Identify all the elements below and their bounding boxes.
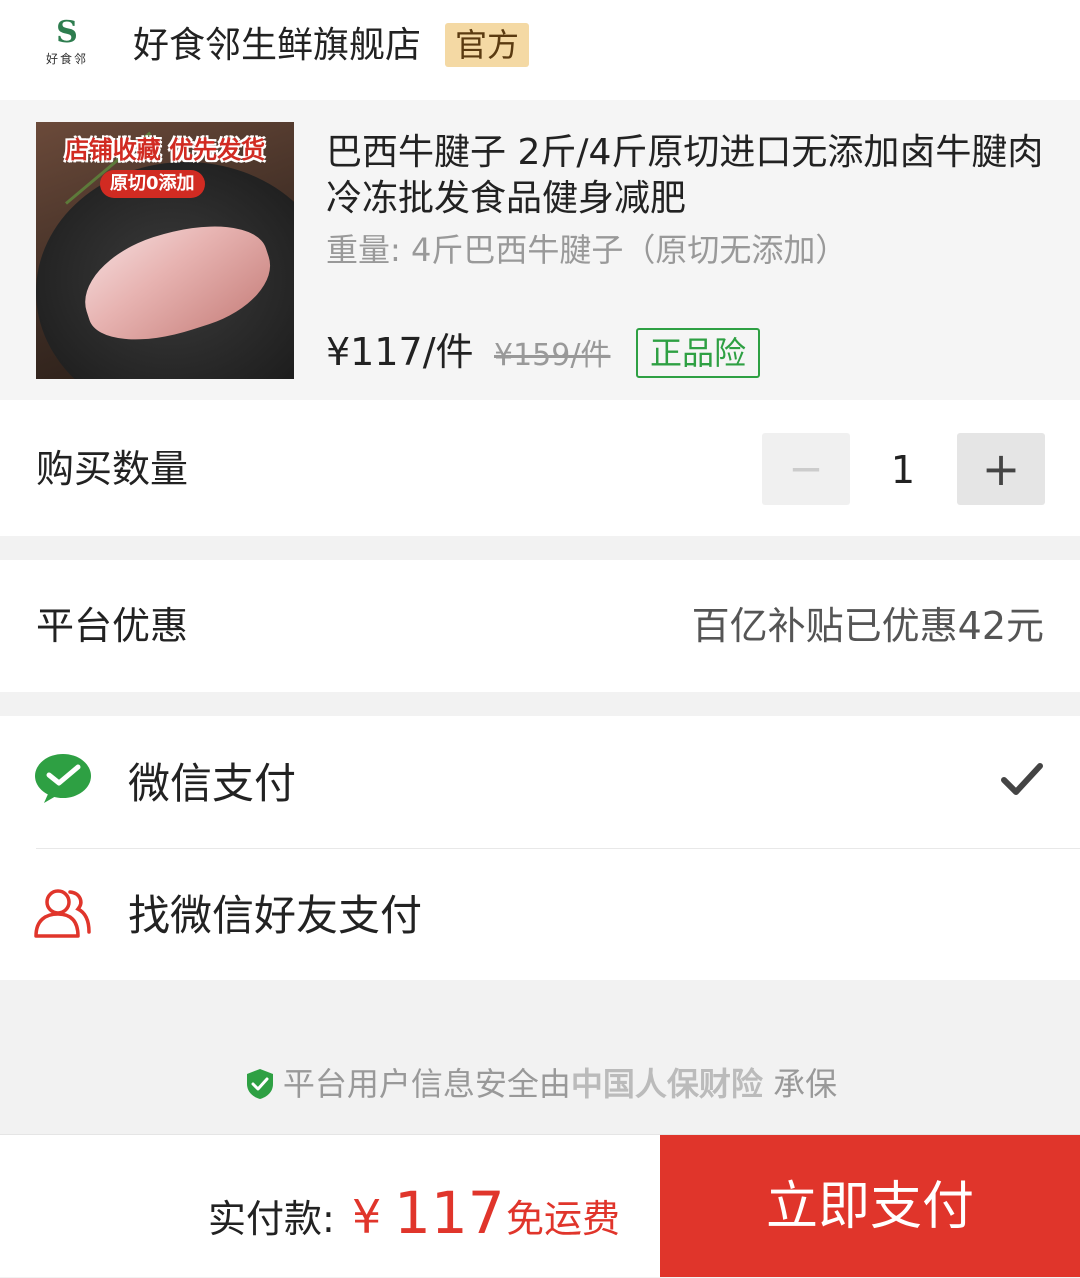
- official-badge: 官方: [445, 23, 530, 67]
- quantity-plus-button[interactable]: +: [957, 433, 1045, 505]
- friend-pay-icon: [34, 889, 91, 938]
- security-note-prefix: 平台用户信息安全由: [282, 1065, 571, 1103]
- free-shipping-label: 免运费: [506, 1197, 621, 1241]
- platform-discount-value: 百亿补贴已优惠42元: [691, 604, 1044, 648]
- total-currency: ¥: [352, 1190, 382, 1244]
- platform-discount-row: 平台优惠 百亿补贴已优惠42元: [0, 560, 1080, 692]
- genuine-insurance-badge: 正品险: [636, 328, 761, 378]
- quantity-label: 购买数量: [36, 447, 189, 491]
- security-note-brand: 中国人保财险: [570, 1065, 763, 1103]
- product-original-price: ¥159/件: [494, 338, 611, 373]
- quantity-value[interactable]: 1: [862, 445, 944, 495]
- product-price: ¥117/件: [326, 330, 474, 374]
- platform-discount-label: 平台优惠: [36, 604, 189, 648]
- store-logo: S 好食邻: [38, 18, 96, 70]
- shield-check-icon: [246, 1069, 273, 1099]
- product-image[interactable]: 店铺收藏 优先发货 原切0添加: [36, 122, 294, 379]
- payment-methods: 微信支付 找微信好友支付: [0, 716, 1080, 980]
- checkout-bar: 实付款: ¥ 117 免运费 立即支付: [0, 1134, 1080, 1277]
- total-amount: 117: [394, 1179, 505, 1247]
- product-card: 店铺收藏 优先发货 原切0添加 巴西牛腱子 2斤/4斤原切进口无添加卤牛腱肉冷冻…: [0, 100, 1080, 400]
- product-title: 巴西牛腱子 2斤/4斤原切进口无添加卤牛腱肉冷冻批发食品健身减肥: [326, 132, 1044, 219]
- check-icon: [1001, 763, 1043, 795]
- payment-option-friend[interactable]: 找微信好友支付: [0, 848, 1080, 980]
- wechat-pay-icon: [35, 754, 91, 803]
- store-name[interactable]: 好食邻生鲜旗舰店: [133, 20, 421, 72]
- quantity-minus-button[interactable]: −: [762, 433, 850, 505]
- store-header[interactable]: S 好食邻 好食邻生鲜旗舰店 官方: [0, 0, 1080, 100]
- security-note-suffix: 承保: [773, 1065, 838, 1103]
- total-label: 实付款:: [208, 1197, 335, 1241]
- product-image-subbanner: 原切0添加: [100, 170, 205, 198]
- pay-now-button[interactable]: 立即支付: [660, 1135, 1080, 1277]
- product-image-banner: 店铺收藏 优先发货: [64, 136, 266, 164]
- payment-option-friend-label: 找微信好友支付: [128, 891, 423, 940]
- payment-option-wechat[interactable]: 微信支付: [0, 716, 1080, 848]
- security-note: 平台用户信息安全由中国人保财险 承保: [0, 1060, 1080, 1108]
- store-logo-text: 好食邻: [45, 52, 88, 66]
- quantity-row: 购买数量 − 1 +: [0, 400, 1080, 536]
- store-logo-mark: S: [56, 15, 78, 50]
- product-spec[interactable]: 重量: 4斤巴西牛腱子（原切无添加）: [326, 228, 847, 272]
- payment-option-wechat-label: 微信支付: [128, 759, 297, 808]
